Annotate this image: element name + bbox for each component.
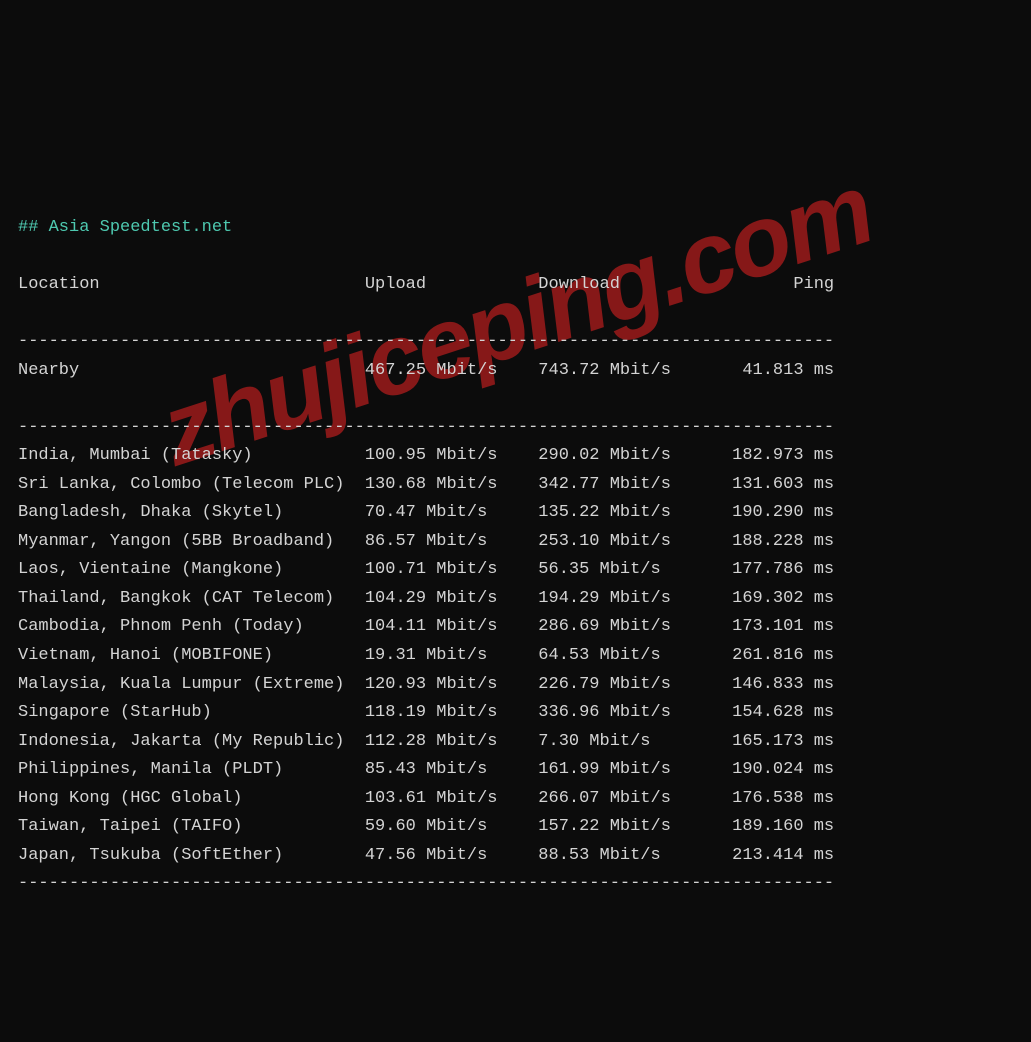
table-row: India, Mumbai (Tatasky) 100.95 Mbit/s 29… xyxy=(18,442,1013,471)
table-row: Sri Lanka, Colombo (Telecom PLC) 130.68 … xyxy=(18,471,1013,500)
table-row: Laos, Vientaine (Mangkone) 100.71 Mbit/s… xyxy=(18,556,1013,585)
column-headers: Location Upload Download Ping xyxy=(18,271,1013,300)
section-title: ## Asia Speedtest.net xyxy=(18,218,232,237)
table-row: Philippines, Manila (PLDT) 85.43 Mbit/s … xyxy=(18,756,1013,785)
table-row: Malaysia, Kuala Lumpur (Extreme) 120.93 … xyxy=(18,671,1013,700)
divider: ----------------------------------------… xyxy=(18,418,834,437)
terminal-output: ## Asia Speedtest.net Location Upload Do… xyxy=(18,185,1013,899)
table-row: Hong Kong (HGC Global) 103.61 Mbit/s 266… xyxy=(18,785,1013,814)
table-row: Cambodia, Phnom Penh (Today) 104.11 Mbit… xyxy=(18,613,1013,642)
nearby-row: Nearby 467.25 Mbit/s 743.72 Mbit/s 41.81… xyxy=(18,357,1013,386)
table-row: Japan, Tsukuba (SoftEther) 47.56 Mbit/s … xyxy=(18,842,1013,871)
table-row: Bangladesh, Dhaka (Skytel) 70.47 Mbit/s … xyxy=(18,499,1013,528)
table-row: Indonesia, Jakarta (My Republic) 112.28 … xyxy=(18,728,1013,757)
table-row: Myanmar, Yangon (5BB Broadband) 86.57 Mb… xyxy=(18,528,1013,557)
table-row: Vietnam, Hanoi (MOBIFONE) 19.31 Mbit/s 6… xyxy=(18,642,1013,671)
divider: ----------------------------------------… xyxy=(18,332,834,351)
table-row: Thailand, Bangkok (CAT Telecom) 104.29 M… xyxy=(18,585,1013,614)
divider: ----------------------------------------… xyxy=(18,874,834,893)
table-row: Singapore (StarHub) 118.19 Mbit/s 336.96… xyxy=(18,699,1013,728)
table-row: Taiwan, Taipei (TAIFO) 59.60 Mbit/s 157.… xyxy=(18,813,1013,842)
